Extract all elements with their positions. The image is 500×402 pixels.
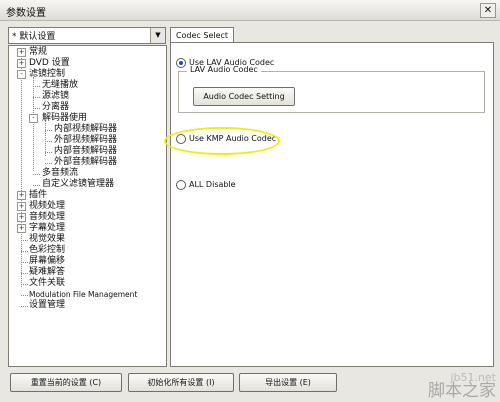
tree-item-dvd[interactable]: DVD 设置 [29, 58, 70, 69]
tree-item-general[interactable]: 常规 [29, 47, 47, 58]
tree-connector [33, 86, 40, 87]
tree-item-internal-video-decoder[interactable]: 内部视频解码器 [54, 124, 117, 135]
tree-connector [45, 163, 52, 164]
reset-current-settings-button[interactable]: 重置当前的设置 (C) [10, 373, 122, 392]
tree-connector [33, 77, 34, 171]
close-button[interactable]: ✕ [480, 3, 496, 18]
tree-item-audio-processing[interactable]: 音频处理 [29, 212, 65, 223]
expand-icon[interactable]: + [17, 48, 26, 57]
tree-item-subtitle-processing[interactable]: 字幕处理 [29, 223, 65, 234]
tree-item-seamless[interactable]: 无缝播放 [42, 80, 78, 91]
tree-connector [21, 240, 28, 241]
initialize-all-settings-button[interactable]: 初始化所有设置 (I) [128, 373, 234, 392]
export-settings-button[interactable]: 导出设置 (E) [239, 373, 337, 392]
watermark: jb51.net 脚本之家 [428, 372, 496, 400]
tree-item-screen-offset[interactable]: 屏幕偏移 [29, 256, 65, 267]
preset-value: * 默认设置 [12, 32, 56, 42]
tree-item-visual-effects[interactable]: 视觉效果 [29, 234, 65, 245]
tree-connector [45, 120, 46, 156]
collapse-icon[interactable]: - [17, 70, 26, 79]
tree-connector [21, 306, 28, 307]
expand-icon[interactable]: + [17, 224, 26, 233]
tree-connector [21, 273, 28, 274]
tree-item-splitter[interactable]: 分离器 [42, 102, 69, 113]
tree-connector [33, 174, 40, 175]
tree-connector [21, 295, 28, 296]
radio-button[interactable] [176, 180, 186, 190]
tree-item-decoder-usage[interactable]: 解码器使用 [42, 113, 87, 124]
audio-codec-setting-button[interactable]: Audio Codec Setting [193, 87, 295, 106]
tab-codec-select[interactable]: Codec Select [170, 27, 234, 43]
expand-icon[interactable]: + [17, 59, 26, 68]
tree-connector [45, 141, 52, 142]
settings-tree[interactable]: + 常规 + DVD 设置 - 滤镜控制 无缝播放 源滤镜 分离器 - 解码器使… [8, 45, 167, 367]
highlight-ellipse [164, 127, 280, 155]
tree-item-filter-control[interactable]: 滤镜控制 [29, 69, 65, 80]
tree-item-file-association[interactable]: 文件关联 [29, 278, 65, 289]
tree-connector [33, 185, 40, 186]
watermark-brand: 脚本之家 [428, 381, 496, 401]
tree-item-custom-filter[interactable]: 自定义滤镜管理器 [42, 179, 114, 190]
group-legend: LAV Audio Codec [187, 65, 261, 74]
radio-button[interactable] [176, 58, 186, 68]
tree-item-color-control[interactable]: 色彩控制 [29, 245, 65, 256]
tree-connector [33, 97, 40, 98]
tree-item-video-processing[interactable]: 视频处理 [29, 201, 65, 212]
tree-item-external-audio-decoder[interactable]: 外部音频解码器 [54, 157, 117, 168]
tree-item-troubleshooting[interactable]: 疑难解答 [29, 267, 65, 278]
expand-icon[interactable]: + [17, 202, 26, 211]
window-title: 参数设置 [6, 8, 46, 19]
expand-icon[interactable]: + [17, 191, 26, 200]
chevron-down-icon[interactable]: ▼ [150, 28, 165, 43]
expand-icon[interactable]: + [17, 213, 26, 222]
tree-connector [21, 262, 28, 263]
tree-item-source-filter[interactable]: 源滤镜 [42, 91, 69, 102]
tree-item-plugins[interactable]: 插件 [29, 190, 47, 201]
tree-item-internal-audio-decoder[interactable]: 内部音频解码器 [54, 146, 117, 157]
tree-connector [21, 251, 28, 252]
title-bar: 参数设置 ✕ [0, 0, 500, 21]
tree-item-settings-management[interactable]: 设置管理 [29, 300, 65, 311]
preset-select[interactable]: * 默认设置 ▼ [8, 27, 166, 44]
tree-item-external-video-decoder[interactable]: 外部视频解码器 [54, 135, 117, 146]
radio-label: ALL Disable [189, 180, 236, 189]
tree-item-multi-audio[interactable]: 多音频流 [42, 168, 78, 179]
tree-connector [33, 108, 40, 109]
tree-connector [45, 130, 52, 131]
tree-connector [21, 284, 28, 285]
tree-item-modulation-file-management[interactable]: Modulation File Management [29, 289, 137, 300]
collapse-icon[interactable]: - [29, 114, 38, 123]
tree-connector [45, 152, 52, 153]
